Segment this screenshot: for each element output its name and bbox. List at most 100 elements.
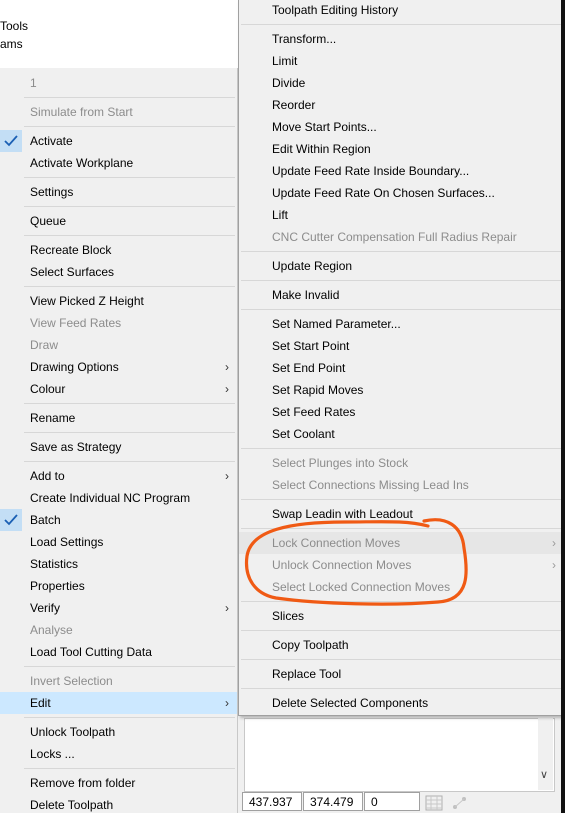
coord-y-field[interactable]: 374.479 <box>303 792 363 811</box>
menu-item-label: Delete Selected Components <box>272 696 429 710</box>
menu-item-verify[interactable]: Verify › <box>0 597 237 619</box>
menu-separator <box>24 97 235 98</box>
coord-z-field[interactable]: 0 <box>364 792 420 811</box>
menu-separator <box>241 280 562 281</box>
menu-item-label: Activate <box>30 134 73 148</box>
menu-separator <box>24 126 235 127</box>
menu-item-replace-tool[interactable]: Replace Tool <box>239 663 564 685</box>
menu-item-recreate-block[interactable]: Recreate Block <box>0 239 237 261</box>
menu-item-label: Set Start Point <box>272 339 350 353</box>
menu-item-label: Select Plunges into Stock <box>272 456 409 470</box>
menu-item-settings[interactable]: Settings <box>0 181 237 203</box>
submenu-arrow-icon: › <box>552 558 556 572</box>
menu-item-label: Draw <box>30 338 59 352</box>
menu-item-divide[interactable]: Divide <box>239 72 564 94</box>
snap-icon[interactable] <box>450 795 470 814</box>
menu-item-label: Verify <box>30 601 61 615</box>
menu-item-label: Lock Connection Moves <box>272 536 401 550</box>
menu-item-create-individual-nc-program[interactable]: Create Individual NC Program <box>0 487 237 509</box>
menu-item-load-settings[interactable]: Load Settings <box>0 531 237 553</box>
menu-item-label: Edit Within Region <box>272 142 371 156</box>
menu-item-rename[interactable]: Rename <box>0 407 237 429</box>
menu-item-label: Drawing Options <box>30 360 119 374</box>
menu-item-update-feed-rate-inside-boundary[interactable]: Update Feed Rate Inside Boundary... <box>239 160 564 182</box>
edit-submenu: Toolpath Editing History Transform... Li… <box>238 0 565 716</box>
menu-item-queue[interactable]: Queue <box>0 210 237 232</box>
menu-item-update-region[interactable]: Update Region <box>239 255 564 277</box>
menu-item-label: Lift <box>272 208 289 222</box>
menu-item-drawing-options[interactable]: Drawing Options › <box>0 356 237 378</box>
menu-item-label: View Feed Rates <box>30 316 122 330</box>
menu-item-unlock-connection-moves: Unlock Connection Moves › <box>239 554 564 576</box>
menu-item-statistics[interactable]: Statistics <box>0 553 237 575</box>
menu-item-limit[interactable]: Limit <box>239 50 564 72</box>
menu-item-make-invalid[interactable]: Make Invalid <box>239 284 564 306</box>
menu-item-update-feed-rate-on-chosen-surfaces[interactable]: Update Feed Rate On Chosen Surfaces... <box>239 182 564 204</box>
menu-item-move-start-points[interactable]: Move Start Points... <box>239 116 564 138</box>
submenu-arrow-icon: › <box>552 536 556 550</box>
menu-item-batch[interactable]: Batch <box>0 509 237 531</box>
menu-item-transform[interactable]: Transform... <box>239 28 564 50</box>
menu-item-activate-workplane[interactable]: Activate Workplane <box>0 152 237 174</box>
menu-item-add-to[interactable]: Add to › <box>0 465 237 487</box>
menu-item-colour[interactable]: Colour › <box>0 378 237 400</box>
menu-item-set-coolant[interactable]: Set Coolant <box>239 423 564 445</box>
menu-item-analyse: Analyse <box>0 619 237 641</box>
menu-item-reorder[interactable]: Reorder <box>239 94 564 116</box>
submenu-arrow-icon: › <box>225 360 229 374</box>
menu-item-set-rapid-moves[interactable]: Set Rapid Moves <box>239 379 564 401</box>
menu-item-lift[interactable]: Lift <box>239 204 564 226</box>
menu-separator <box>24 717 235 718</box>
menu-item-remove-from-folder[interactable]: Remove from folder <box>0 772 237 794</box>
menu-separator <box>24 286 235 287</box>
menu-item-label: Save as Strategy <box>30 440 122 454</box>
menu-item-locks[interactable]: Locks ... <box>0 743 237 765</box>
menu-item-label: Properties <box>30 579 85 593</box>
menu-item-toolpath-editing-history[interactable]: Toolpath Editing History <box>239 0 564 21</box>
menu-item-select-surfaces[interactable]: Select Surfaces <box>0 261 237 283</box>
menu-item-set-end-point[interactable]: Set End Point <box>239 357 564 379</box>
menu-item-edit[interactable]: Edit › <box>0 692 237 714</box>
menu-item-load-tool-cutting-data[interactable]: Load Tool Cutting Data <box>0 641 237 663</box>
menu-item-properties[interactable]: Properties <box>0 575 237 597</box>
menu-item-view-picked-z-height[interactable]: View Picked Z Height <box>0 290 237 312</box>
textbox-scrollbar[interactable]: ∨ <box>538 718 553 790</box>
submenu-arrow-icon: › <box>225 696 229 710</box>
menu-item-save-as-strategy[interactable]: Save as Strategy <box>0 436 237 458</box>
menu-item-label: Swap Leadin with Leadout <box>272 507 413 521</box>
menu-item-unlock-toolpath[interactable]: Unlock Toolpath <box>0 721 237 743</box>
menu-item-label: Divide <box>272 76 306 90</box>
menu-item-label: Select Connections Missing Lead Ins <box>272 478 469 492</box>
menu-item-label: Update Region <box>272 259 353 273</box>
menu-item-lock-connection-moves: Lock Connection Moves › <box>239 532 564 554</box>
menu-item-label: Set Rapid Moves <box>272 383 364 397</box>
menu-item-delete-selected-components[interactable]: Delete Selected Components <box>239 692 564 714</box>
toolpath-context-menu: 1 Simulate from Start Activate Activate … <box>0 68 238 813</box>
menu-item-label: Slices <box>272 609 305 623</box>
menu-item-label: Rename <box>30 411 76 425</box>
menu-item-set-start-point[interactable]: Set Start Point <box>239 335 564 357</box>
menu-item-set-feed-rates[interactable]: Set Feed Rates <box>239 401 564 423</box>
submenu-arrow-icon: › <box>225 601 229 615</box>
menu-item-label: Load Settings <box>30 535 104 549</box>
menu-item-set-named-parameter[interactable]: Set Named Parameter... <box>239 313 564 335</box>
menu-item-label: Recreate Block <box>30 243 112 257</box>
menu-item-label: 1 <box>30 76 37 90</box>
menu-item-activate[interactable]: Activate <box>0 130 237 152</box>
submenu-arrow-icon: › <box>225 469 229 483</box>
menu-separator <box>24 432 235 433</box>
menu-item-swap-leadin-with-leadout[interactable]: Swap Leadin with Leadout <box>239 503 564 525</box>
grid-icon[interactable] <box>425 795 443 814</box>
menu-item-edit-within-region[interactable]: Edit Within Region <box>239 138 564 160</box>
coord-x-field[interactable]: 437.937 <box>242 792 302 811</box>
output-textbox[interactable] <box>244 718 555 792</box>
menu-separator <box>24 177 235 178</box>
menu-item-label: Batch <box>30 513 61 527</box>
menu-separator <box>241 630 562 631</box>
menu-item-label: Remove from folder <box>30 776 136 790</box>
chevron-down-icon[interactable]: ∨ <box>540 768 548 781</box>
menu-item-copy-toolpath[interactable]: Copy Toolpath <box>239 634 564 656</box>
background-text-ams: ams <box>0 37 23 51</box>
menu-separator <box>24 235 235 236</box>
menu-item-slices[interactable]: Slices <box>239 605 564 627</box>
